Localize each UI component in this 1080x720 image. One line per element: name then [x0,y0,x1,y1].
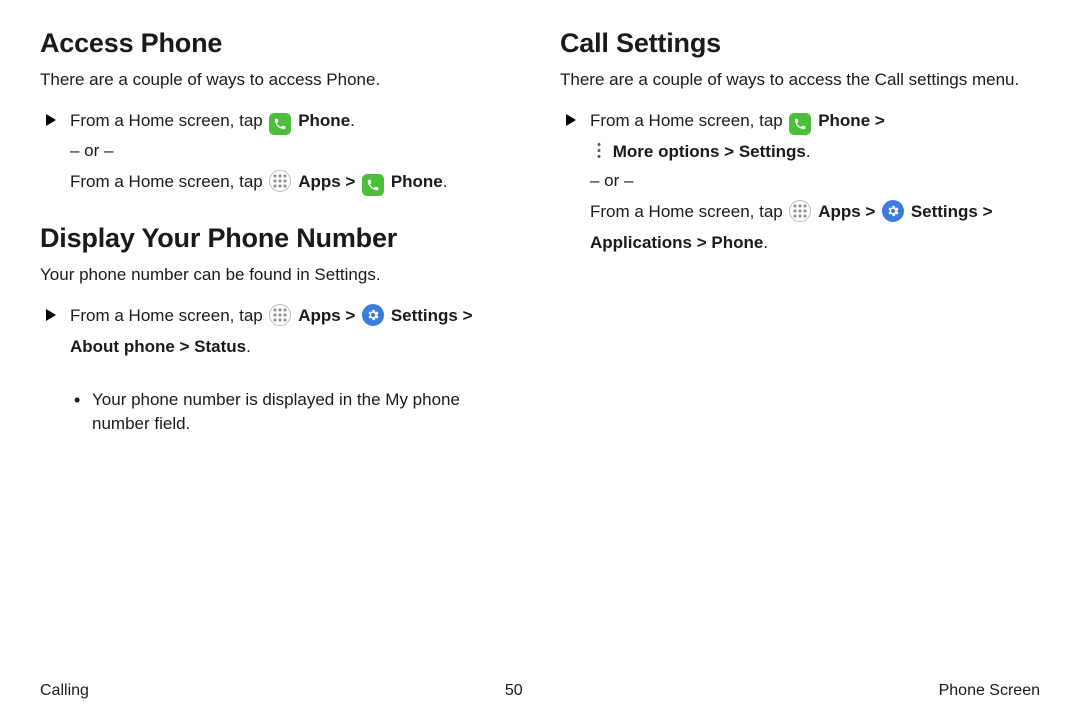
or-separator: – or – [560,171,1040,191]
or-separator: – or – [40,141,520,161]
settings-icon [362,304,384,326]
heading-call-settings: Call Settings [560,28,1040,59]
period: . [763,233,768,252]
manual-page: Access Phone There are a couple of ways … [0,0,1080,720]
apps-icon [269,304,291,326]
page-footer: Calling 50 Phone Screen [40,672,1040,700]
sep: > [458,306,473,325]
step-alt: From a Home screen, tap Apps > Settings … [560,197,1040,258]
right-column: Call Settings There are a couple of ways… [560,28,1040,672]
sub-bullets: Your phone number is displayed in the My… [40,388,520,436]
sep: > [870,111,885,130]
footer-right: Phone Screen [939,682,1040,700]
two-column-layout: Access Phone There are a couple of ways … [40,28,1040,672]
period: . [350,111,355,130]
phone-icon [269,113,291,135]
period: . [246,337,251,356]
path-rest: About phone > Status [70,337,246,356]
more-options-icon [592,140,606,162]
period: . [443,172,448,191]
phone-label: Phone [818,111,870,130]
phone-icon [362,174,384,196]
more-path: More options > Settings [613,142,806,161]
sep: > [341,306,360,325]
triangle-bullet-icon [566,114,576,126]
step-text: From a Home screen, tap [70,172,267,191]
intro-display-number: Your phone number can be found in Settin… [40,264,520,287]
phone-icon [789,113,811,135]
sep: > [978,202,993,221]
step-text: From a Home screen, tap [70,111,267,130]
steps-call-settings: From a Home screen, tap Phone > More opt… [560,106,1040,258]
phone-label: Phone [391,172,443,191]
sep: > [861,202,880,221]
settings-label: Settings [391,306,458,325]
apps-icon [789,200,811,222]
apps-label: Apps [298,306,341,325]
heading-display-number: Display Your Phone Number [40,223,520,254]
section-call-settings: Call Settings There are a couple of ways… [560,28,1040,258]
phone-label: Phone [298,111,350,130]
section-display-number: Display Your Phone Number Your phone num… [40,223,520,436]
settings-icon [882,200,904,222]
triangle-bullet-icon [46,309,56,321]
intro-call-settings: There are a couple of ways to access the… [560,69,1040,92]
step-item: From a Home screen, tap Apps > Settings … [40,301,520,362]
left-column: Access Phone There are a couple of ways … [40,28,520,672]
apps-label: Apps [298,172,341,191]
sep: > [341,172,360,191]
heading-access-phone: Access Phone [40,28,520,59]
settings-label: Settings [911,202,978,221]
period: . [806,142,811,161]
footer-left: Calling [40,682,89,700]
section-access-phone: Access Phone There are a couple of ways … [40,28,520,197]
step-item: From a Home screen, tap Phone. [40,106,520,137]
triangle-bullet-icon [46,114,56,126]
bullet-item: Your phone number is displayed in the My… [70,388,520,436]
footer-page-number: 50 [505,682,523,700]
steps-display-number: From a Home screen, tap Apps > Settings … [40,301,520,362]
step-text: From a Home screen, tap [590,202,787,221]
step-item: From a Home screen, tap Phone > More opt… [560,106,1040,167]
intro-access-phone: There are a couple of ways to access Pho… [40,69,520,92]
apps-icon [269,170,291,192]
step-text: From a Home screen, tap [590,111,787,130]
step-text: From a Home screen, tap [70,306,267,325]
step-alt: From a Home screen, tap Apps > Phone. [40,167,520,198]
steps-access-phone: From a Home screen, tap Phone. – or – Fr… [40,106,520,197]
path-rest: Applications > Phone [590,233,763,252]
apps-label: Apps [818,202,861,221]
